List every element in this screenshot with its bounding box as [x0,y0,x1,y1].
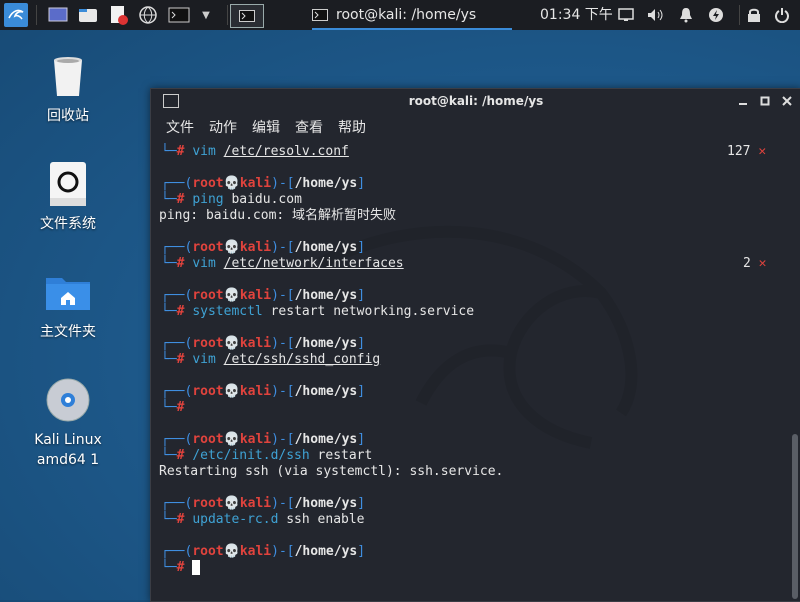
power-icon[interactable] [772,5,792,25]
top-panel: ▼ root@kali: /home/ys 01:34 下午 [0,0,800,30]
skull-icon: 💀 [223,240,240,255]
power-manager-icon[interactable] [706,5,726,25]
skull-icon: 💀 [223,544,240,559]
desktop-icon-cdrom[interactable]: Kali Linux amd64 1 [13,376,123,470]
desktop-icon-filesystem[interactable]: 文件系统 [13,160,123,234]
prompt-line: └─# ping baidu.com [161,192,302,207]
prompt-line: └─# [161,400,185,415]
menu-file[interactable]: 文件 [166,117,194,137]
maximize-button[interactable] [757,93,773,109]
prompt-line: └─# vim /etc/network/interfaces [161,256,404,271]
minimize-button[interactable] [735,93,751,109]
prompt-header: ┌──(root💀kali)-[/home/ys] [161,432,366,447]
skull-icon: 💀 [223,432,240,447]
prompt-header: ┌──(root💀kali)-[/home/ys] [161,544,366,559]
lock-screen-icon[interactable] [744,5,764,25]
error-x-icon: ✕ [758,144,767,159]
desktop-icon-trash[interactable]: 回收站 [13,52,123,126]
kali-dragon-icon [4,3,28,27]
prompt-line: └─# /etc/init.d/ssh restart [161,448,373,463]
prompt-header: ┌──(root💀kali)-[/home/ys] [161,288,366,303]
terminal-icon [312,9,328,21]
menu-help[interactable]: 帮助 [338,117,366,137]
desktop-icon-label: 文件系统 [40,216,96,232]
menu-view[interactable]: 查看 [295,117,323,137]
skull-icon: 💀 [223,496,240,511]
window-title: root@kali: /home/ys [408,94,544,108]
skull-icon: 💀 [223,176,240,191]
web-browser-icon[interactable] [137,4,159,26]
terminal-launcher-icon[interactable] [167,4,191,26]
prompt-header: ┌──(root💀kali)-[/home/ys] [161,176,366,191]
prompt-header: ┌──(root💀kali)-[/home/ys] [161,240,366,255]
chevron-down-icon[interactable]: ▼ [199,4,213,26]
taskbar-window-button[interactable]: root@kali: /home/ys [312,0,512,30]
show-desktop-icon[interactable] [47,4,69,26]
exit-status: 2 ✕ [743,256,767,271]
panel-separator [36,5,37,25]
prompt-line: └─# [161,560,201,576]
prompt-header: ┌──(root💀kali)-[/home/ys] [161,384,366,399]
display-icon[interactable] [616,5,636,25]
menu-actions[interactable]: 动作 [209,117,237,137]
desktop-icon-label: 主文件夹 [40,324,96,340]
trash-icon [44,52,92,100]
desktop-icon-label: Kali Linux amd64 1 [34,432,102,468]
panel-separator [739,5,740,25]
harddrive-icon [44,160,92,208]
prompt-line: └─# systemctl restart networking.service [161,304,475,319]
terminal-menubar: 文件 动作 编辑 查看 帮助 [151,113,800,141]
notification-bell-icon[interactable] [676,5,696,25]
scrollbar-thumb[interactable] [792,434,798,599]
command-output: Restarting ssh (via systemctl): ssh.serv… [159,464,504,479]
volume-icon[interactable] [646,5,666,25]
error-x-icon: ✕ [758,256,767,271]
text-editor-icon[interactable] [107,4,129,26]
exit-status: 127 ✕ [727,144,767,159]
text-cursor [192,560,201,575]
clock[interactable]: 01:34 下午 [540,0,613,30]
active-window-indicator [312,28,512,30]
file-manager-icon[interactable] [77,4,99,26]
prompt-line: └─# vim /etc/resolv.conf [161,144,349,159]
desktop-icon-label: 回收站 [47,108,89,124]
panel-separator [227,5,228,25]
terminal-output[interactable]: └─# vim /etc/resolv.conf 127 ✕ ┌──(root💀… [151,143,785,601]
close-button[interactable] [779,93,795,109]
prompt-line: └─# vim /etc/ssh/sshd_config [161,352,381,367]
command-output: ping: baidu.com: 域名解析暂时失败 [159,208,397,223]
kali-menu-button[interactable] [2,1,30,29]
skull-icon: 💀 [223,288,240,303]
prompt-header: ┌──(root💀kali)-[/home/ys] [161,496,366,511]
menu-edit[interactable]: 编辑 [252,117,280,137]
terminal-titlebar[interactable]: root@kali: /home/ys [151,89,800,113]
desktop-icon-home[interactable]: 主文件夹 [13,268,123,342]
skull-icon: 💀 [223,384,240,399]
workspace-switcher-button[interactable] [230,4,264,28]
prompt-header: ┌──(root💀kali)-[/home/ys] [161,336,366,351]
optical-disc-icon [44,376,92,424]
skull-icon: 💀 [223,336,240,351]
taskbar-window-title: root@kali: /home/ys [336,7,477,23]
terminal-window[interactable]: root@kali: /home/ys 文件 动作 编辑 查看 帮助 └─# v… [150,88,800,602]
prompt-line: └─# update-rc.d ssh enable [161,512,365,527]
home-folder-icon [44,268,92,316]
